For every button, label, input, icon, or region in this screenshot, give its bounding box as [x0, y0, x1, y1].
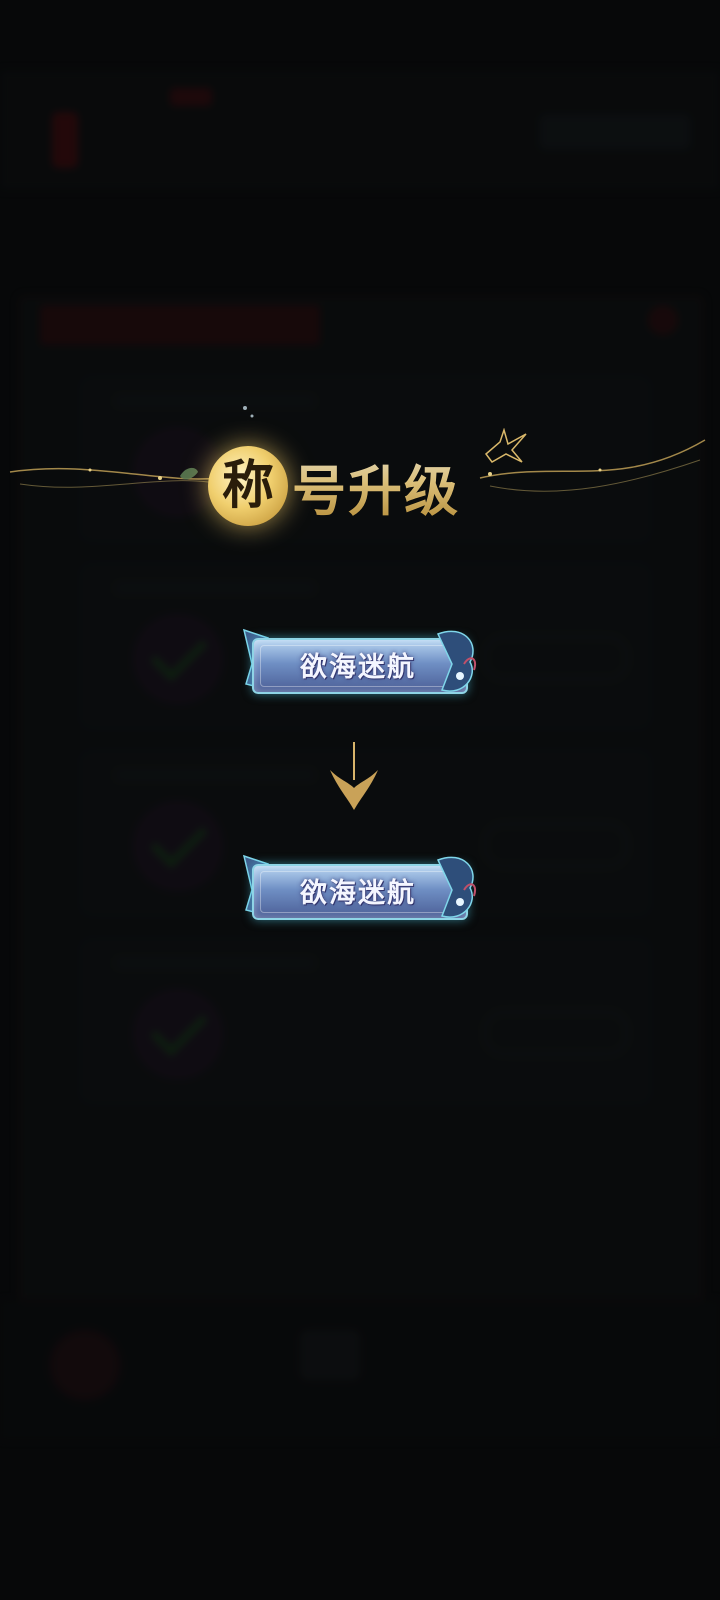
plaque-wing-right-icon: [436, 856, 476, 918]
title-plaque-after: 欲海迷航: [238, 850, 484, 930]
title-first-char: 称: [221, 455, 274, 516]
leaf-icon: [180, 467, 198, 480]
swallow-bird-icon: [484, 428, 527, 463]
down-arrow-icon: [330, 742, 378, 810]
popup-title: 称 号升级: [208, 446, 460, 526]
moon-emblem-icon: 称: [208, 446, 288, 526]
title-name-before: 欲海迷航: [300, 651, 416, 683]
title-plaque-before: 欲海迷航: [238, 624, 484, 704]
plaque-wing-right-icon: [436, 630, 476, 692]
title-name-after: 欲海迷航: [300, 877, 416, 909]
title-text: 号升级: [292, 447, 460, 526]
